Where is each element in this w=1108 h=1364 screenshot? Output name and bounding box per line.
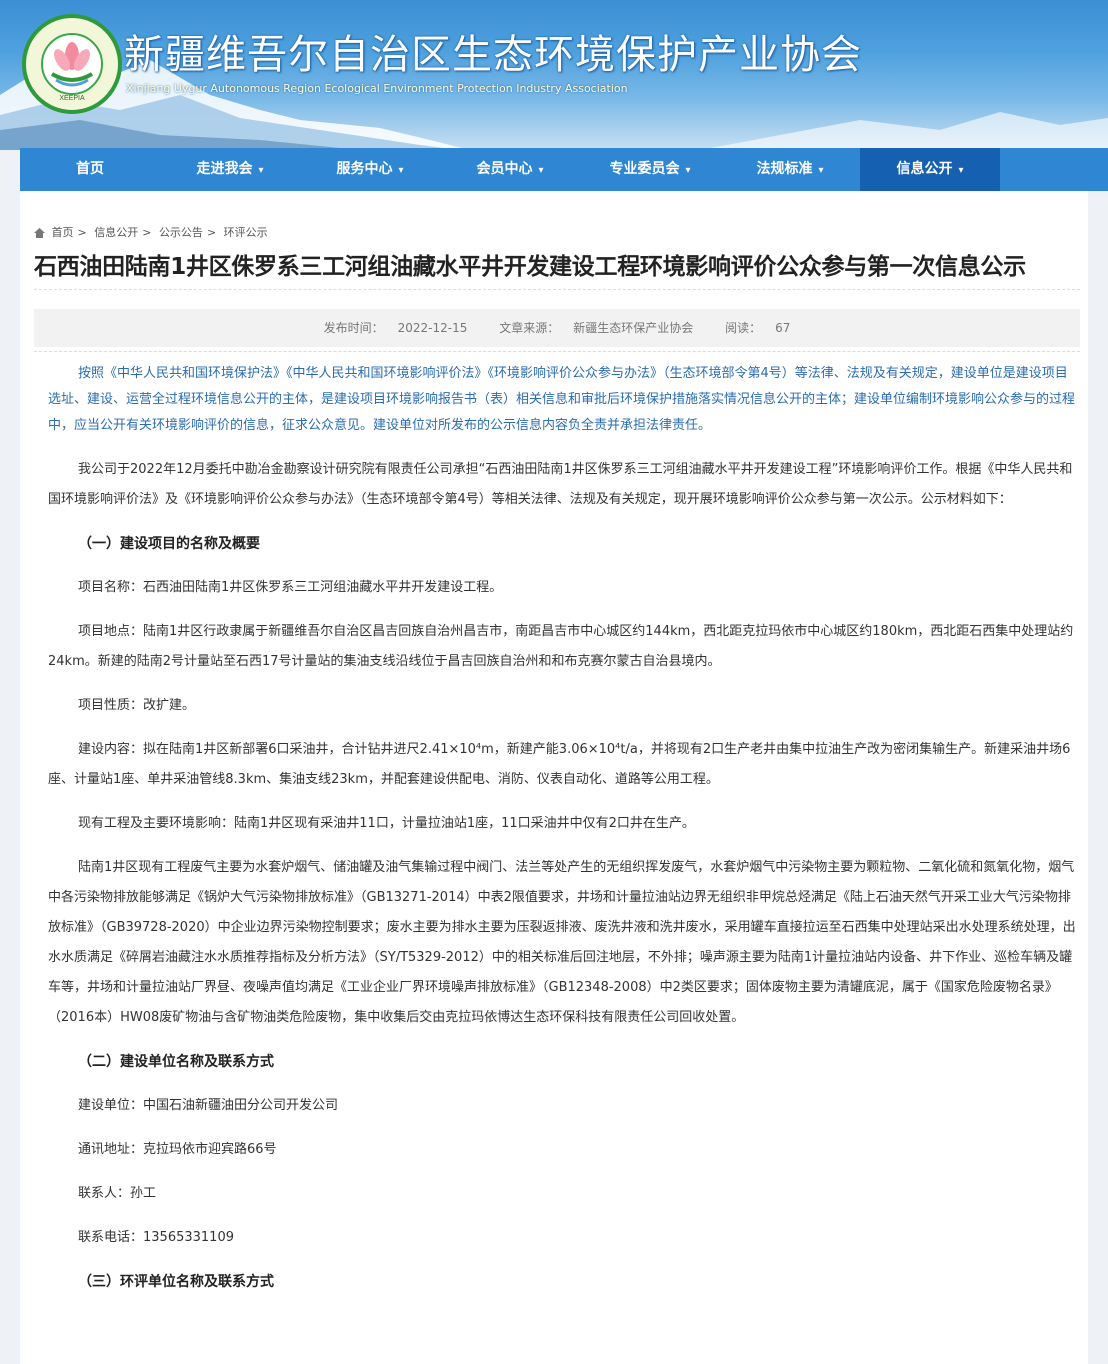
site-header: XEEPIA 新疆维吾尔自治区生态环境保护产业协会 Xinjiang Uygur… — [0, 0, 1108, 150]
article-title: 石西油田陆南1井区侏罗系三工河组油藏水平井开发建设工程环境影响评价公众参与第一次… — [34, 254, 1026, 280]
article-meta: 发布时间： 2022-12-15 文章来源： 新疆生态环保产业协会 阅读： 67 — [34, 309, 1080, 347]
association-logo[interactable]: XEEPIA — [22, 14, 122, 114]
breadcrumb-announcements[interactable]: 公示公告 — [159, 226, 203, 239]
nav-label: 会员中心 — [476, 161, 533, 177]
chevron-down-icon: ▾ — [398, 165, 404, 176]
article-source: 新疆生态环保产业协会 — [573, 321, 694, 335]
contact-person: 联系人：孙工 — [78, 1186, 157, 1201]
chevron-down-icon: ▾ — [818, 165, 824, 176]
breadcrumb-separator: > — [142, 226, 152, 239]
existing-project-detail: 陆南1井区现有工程废气主要为水套炉烟气、储油罐及油气集输过程中阀门、法兰等处产生… — [48, 860, 1076, 1025]
breadcrumb: 首页 > 信息公开 > 公示公告 > 环评公示 — [34, 224, 272, 240]
intro-paragraph: 按照《中华人民共和国环境保护法》《中华人民共和国环境影响评价法》《环境影响评价公… — [48, 366, 1076, 433]
svg-text:XEEPIA: XEEPIA — [59, 95, 85, 102]
nav-item-committees[interactable]: 专业委员会 ▾ — [580, 148, 720, 191]
reads-label: 阅读： — [725, 321, 762, 335]
project-name: 项目名称：石西油田陆南1井区侏罗系三工河组油藏水平井开发建设工程。 — [78, 580, 503, 595]
nav-item-home[interactable]: 首页 — [20, 148, 160, 191]
article-body: 按照《中华人民共和国环境保护法》《中华人民共和国环境影响评价法》《环境影响评价公… — [48, 361, 1078, 1311]
breadcrumb-eia-notice[interactable]: 环评公示 — [224, 226, 268, 239]
chevron-down-icon: ▾ — [958, 165, 964, 176]
home-icon — [34, 228, 45, 238]
chevron-down-icon: ▾ — [258, 165, 264, 176]
article-container: 首页 > 信息公开 > 公示公告 > 环评公示 石西油田陆南1井区侏罗系三工河组油藏水… — [20, 191, 1088, 1364]
nav-label: 首页 — [76, 161, 104, 177]
existing-project: 现有工程及主要环境影响：陆南1井区现有采油井11口，计量拉油站1座，11口采油井… — [78, 816, 695, 831]
read-count: 67 — [775, 321, 791, 335]
builder-unit: 建设单位：中国石油新疆油田分公司开发公司 — [78, 1098, 339, 1113]
mailing-address: 通讯地址：克拉玛依市迎宾路66号 — [78, 1142, 277, 1157]
section-heading: （一）建设项目的名称及概要 — [78, 536, 260, 552]
site-subtitle: Xinjiang Uygur Autonomous Region Ecologi… — [126, 82, 628, 95]
nav-item-info-disclosure[interactable]: 信息公开 ▾ — [860, 148, 1000, 191]
contact-phone: 联系电话：13565331109 — [78, 1230, 234, 1245]
project-nature: 项目性质：改扩建。 — [78, 698, 196, 713]
breadcrumb-separator: > — [206, 226, 217, 239]
nav-label: 专业委员会 — [609, 161, 680, 177]
section-heading: （三）环评单位名称及联系方式 — [78, 1274, 274, 1290]
main-navigation: 首页 走进我会 ▾ 服务中心 ▾ 会员中心 ▾ 专业委员会 ▾ 法规标准 ▾ 信息公开 ▾ — [20, 148, 1108, 191]
project-content: 建设内容：拟在陆南1井区新部署6口采油井，合计钻井进尺2.41×10⁴m，新建产… — [48, 742, 1071, 787]
published-date: 2022-12-15 — [397, 321, 468, 335]
divider — [34, 351, 1080, 352]
nav-label: 走进我会 — [196, 161, 253, 177]
section-heading: （二）建设单位名称及联系方式 — [78, 1054, 274, 1070]
nav-label: 信息公开 — [896, 161, 953, 177]
published-label: 发布时间： — [323, 321, 384, 335]
nav-item-member-center[interactable]: 会员中心 ▾ — [440, 148, 580, 191]
body-paragraph: 我公司于2022年12月委托中勘冶金勘察设计研究院有限责任公司承担“石西油田陆南… — [48, 462, 1073, 507]
source-label: 文章来源： — [499, 321, 560, 335]
nav-label: 法规标准 — [756, 161, 813, 177]
breadcrumb-home[interactable]: 首页 — [52, 226, 74, 239]
nav-item-about[interactable]: 走进我会 ▾ — [160, 148, 300, 191]
site-title: 新疆维吾尔自治区生态环境保护产业协会 — [124, 32, 862, 78]
chevron-down-icon: ▾ — [685, 165, 691, 176]
breadcrumb-separator: > — [77, 226, 87, 239]
nav-item-service-center[interactable]: 服务中心 ▾ — [300, 148, 440, 191]
project-location: 项目地点：陆南1井区行政隶属于新疆维吾尔自治区昌吉回族自治州昌吉市，南距昌吉市中… — [48, 624, 1074, 669]
divider — [34, 289, 1080, 290]
nav-item-regulations[interactable]: 法规标准 ▾ — [720, 148, 860, 191]
nav-label: 服务中心 — [336, 161, 393, 177]
chevron-down-icon: ▾ — [538, 165, 544, 176]
breadcrumb-info-disclosure[interactable]: 信息公开 — [94, 226, 138, 239]
